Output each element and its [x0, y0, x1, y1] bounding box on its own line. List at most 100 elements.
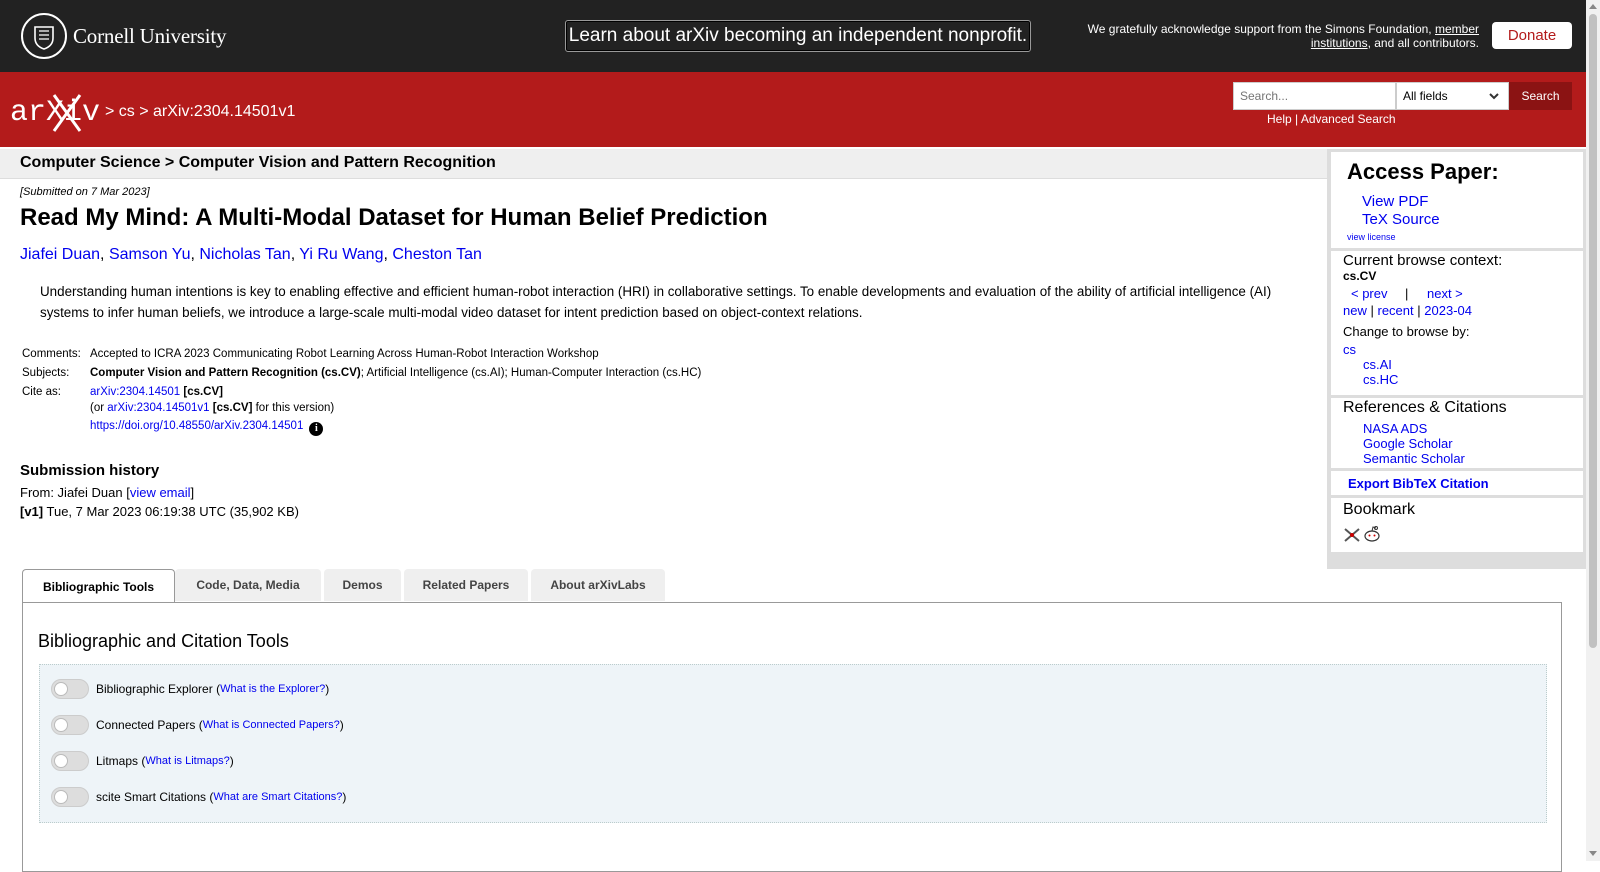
scroll-up-icon[interactable] [1589, 4, 1597, 9]
search-input[interactable] [1233, 82, 1396, 110]
tab-bibliographic-tools[interactable]: Bibliographic Tools [22, 569, 175, 603]
nasa-ads-link[interactable]: NASA ADS [1363, 421, 1427, 436]
cite-version-tag: [cs.CV] [212, 402, 253, 414]
tool-help-link[interactable]: What is the Explorer? [220, 683, 325, 695]
nav-separator: | [1405, 286, 1409, 301]
comments-value: Accepted to ICRA 2023 Communicating Robo… [90, 348, 599, 360]
author-list: Jiafei Duan, Samson Yu, Nicholas Tan, Yi… [20, 246, 482, 263]
cornell-logo[interactable]: Cornell University [21, 13, 226, 59]
author-link[interactable]: Jiafei Duan [20, 246, 100, 263]
submission-from: From: Jiafei Duan [view email] [20, 485, 194, 500]
new-link[interactable]: new [1343, 303, 1367, 318]
browse-context-title: Current browse context: [1343, 252, 1503, 269]
subjects-label: Subjects: [22, 367, 70, 379]
version-v1: [v1] Tue, 7 Mar 2023 06:19:38 UTC (35,90… [20, 504, 299, 519]
pipe-1: | [1370, 303, 1374, 318]
reddit-icon[interactable] [1363, 525, 1381, 543]
tab-code-data-media[interactable]: Code, Data, Media [175, 569, 321, 601]
cite-version-link[interactable]: arXiv:2304.14501v1 [107, 402, 209, 414]
help-link[interactable]: Help [1267, 112, 1292, 126]
author-link[interactable]: Cheston Tan [392, 246, 482, 263]
primary-subject: Computer Vision and Pattern Recognition … [90, 367, 361, 379]
tab-about-arxivlabs[interactable]: About arXivLabs [531, 569, 665, 601]
references-title: References & Citations [1343, 399, 1507, 416]
tool-help-link[interactable]: What is Litmaps? [145, 755, 229, 767]
browse-cs-ai-link[interactable]: cs.AI [1363, 357, 1392, 372]
search-field-select[interactable]: All fields [1396, 82, 1509, 110]
breadcrumb[interactable]: > cs > arXiv:2304.14501v1 [105, 103, 295, 121]
version-tag: [v1] [20, 504, 44, 519]
vertical-scrollbar[interactable] [1586, 0, 1600, 861]
tool-row-explorer: Bibliographic Explorer (What is the Expl… [51, 679, 329, 699]
references-box: References & Citations NASA ADS Google S… [1331, 398, 1583, 468]
cite-tag: [cs.CV] [183, 386, 223, 398]
advanced-search-link[interactable]: Advanced Search [1301, 112, 1396, 126]
tool-help-link[interactable]: What is Connected Papers? [203, 719, 340, 731]
browse-cs-hc-link[interactable]: cs.HC [1363, 372, 1398, 387]
author-link[interactable]: Yi Ru Wang [299, 246, 383, 263]
comments-label: Comments: [22, 348, 81, 360]
cite-id-link[interactable]: arXiv:2304.14501 [90, 386, 180, 398]
donate-button[interactable]: Donate [1492, 22, 1572, 49]
connected-papers-toggle[interactable] [51, 715, 89, 735]
panel-title: Bibliographic and Citation Tools [38, 631, 289, 651]
doi-link[interactable]: https://doi.org/10.48550/arXiv.2304.1450… [90, 420, 303, 432]
arxiv-logo[interactable]: arXiv [10, 91, 102, 138]
pipe-2: | [1417, 303, 1421, 318]
scroll-down-icon[interactable] [1589, 851, 1597, 856]
help-links: Help | Advanced Search [1267, 112, 1396, 126]
right-sidebar: Access Paper: View PDF TeX Source view l… [1327, 149, 1586, 569]
cornell-name: Cornell University [73, 23, 227, 48]
view-pdf-link[interactable]: View PDF [1362, 193, 1428, 210]
submission-history-title: Submission history [20, 462, 160, 479]
explorer-toggle[interactable] [51, 679, 89, 699]
view-email-link[interactable]: view email [130, 485, 191, 500]
from-label: From: Jiafei Duan [ [20, 485, 130, 500]
tab-related-papers[interactable]: Related Papers [404, 569, 528, 601]
author-link[interactable]: Samson Yu [109, 246, 191, 263]
tab-demos[interactable]: Demos [324, 569, 401, 601]
cite-or: (or [90, 402, 105, 414]
arxiv-logo-text: arXiv [10, 96, 100, 130]
metadata-table: Comments: Accepted to ICRA 2023 Communic… [20, 345, 703, 438]
tex-source-link[interactable]: TeX Source [1362, 211, 1440, 228]
browse-context-box: Current browse context: cs.CV < prev | n… [1331, 251, 1583, 395]
tool-label: scite Smart Citations [96, 790, 207, 804]
view-license-link[interactable]: view license [1347, 232, 1396, 242]
bibsonomy-icon[interactable] [1343, 527, 1361, 543]
scroll-thumb[interactable] [1589, 14, 1597, 648]
scite-toggle[interactable] [51, 787, 89, 807]
change-browse-label: Change to browse by: [1343, 324, 1470, 339]
subject-breadcrumb: Computer Science > Computer Vision and P… [20, 154, 496, 171]
nonprofit-banner-button[interactable]: Learn about arXiv becoming an independen… [565, 20, 1031, 52]
version-date: Tue, 7 Mar 2023 06:19:38 UTC (35,902 KB) [46, 504, 299, 519]
help-separator: | [1295, 112, 1299, 126]
recent-link[interactable]: recent [1378, 303, 1414, 318]
browse-cs-link[interactable]: cs [1343, 342, 1356, 357]
submission-date: [Submitted on 7 Mar 2023] [20, 186, 150, 198]
author-link[interactable]: Nicholas Tan [199, 246, 290, 263]
bookmark-box: Bookmark [1331, 498, 1583, 552]
semantic-scholar-link[interactable]: Semantic Scholar [1363, 451, 1465, 466]
bookmark-title: Bookmark [1343, 501, 1416, 518]
tool-label: Bibliographic Explorer [96, 682, 213, 696]
month-link[interactable]: 2023-04 [1424, 303, 1472, 318]
cite-value: arXiv:2304.14501 [cs.CV] (or arXiv:2304.… [88, 383, 703, 438]
support-suffix: , and all contributors. [1367, 36, 1479, 50]
next-link[interactable]: next > [1427, 286, 1463, 301]
chevron-down-icon [1489, 93, 1499, 100]
abstract: Understanding human intentions is key to… [40, 284, 1272, 320]
support-prefix: We gratefully acknowledge support from t… [1087, 22, 1432, 36]
tool-row-scite: scite Smart Citations (What are Smart Ci… [51, 787, 346, 807]
tool-row-litmaps: Litmaps (What is Litmaps?) [51, 751, 234, 771]
litmaps-toggle[interactable] [51, 751, 89, 771]
search-button[interactable]: Search [1509, 82, 1572, 110]
tool-label: Connected Papers [96, 718, 196, 732]
paper-title: Read My Mind: A Multi-Modal Dataset for … [20, 204, 768, 231]
tool-help-link[interactable]: What are Smart Citations? [213, 791, 342, 803]
export-bibtex-link[interactable]: Export BibTeX Citation [1348, 476, 1489, 491]
prev-link[interactable]: < prev [1351, 286, 1388, 301]
info-icon[interactable]: i [309, 422, 324, 436]
tool-label: Litmaps [96, 754, 139, 768]
google-scholar-link[interactable]: Google Scholar [1363, 436, 1453, 451]
